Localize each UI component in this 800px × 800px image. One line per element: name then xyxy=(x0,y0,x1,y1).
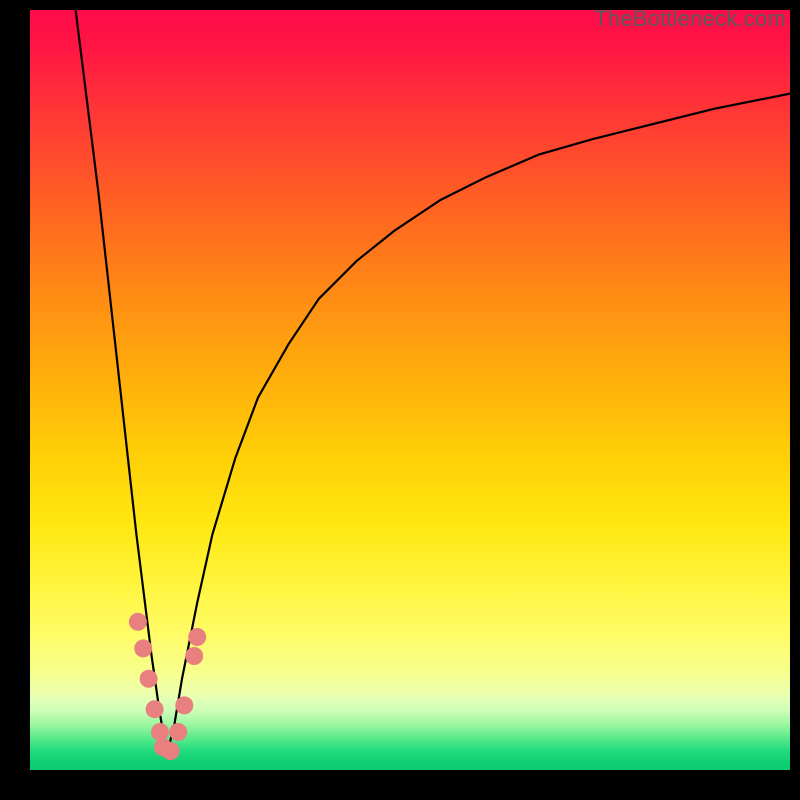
curve-layer xyxy=(30,10,790,770)
marker-point xyxy=(169,723,187,741)
chart-frame: TheBottleneck.com xyxy=(0,0,800,800)
marker-point xyxy=(146,700,164,718)
plot-area xyxy=(30,10,790,770)
marker-point xyxy=(151,723,169,741)
curve-left-branch xyxy=(76,10,167,755)
marker-point xyxy=(134,639,152,657)
marker-point xyxy=(162,742,180,760)
curve-right-branch xyxy=(167,94,790,755)
marker-point xyxy=(185,647,203,665)
marker-point xyxy=(140,670,158,688)
marker-point xyxy=(175,696,193,714)
marker-point xyxy=(129,613,147,631)
watermark-text: TheBottleneck.com xyxy=(594,6,786,32)
marker-point xyxy=(188,628,206,646)
